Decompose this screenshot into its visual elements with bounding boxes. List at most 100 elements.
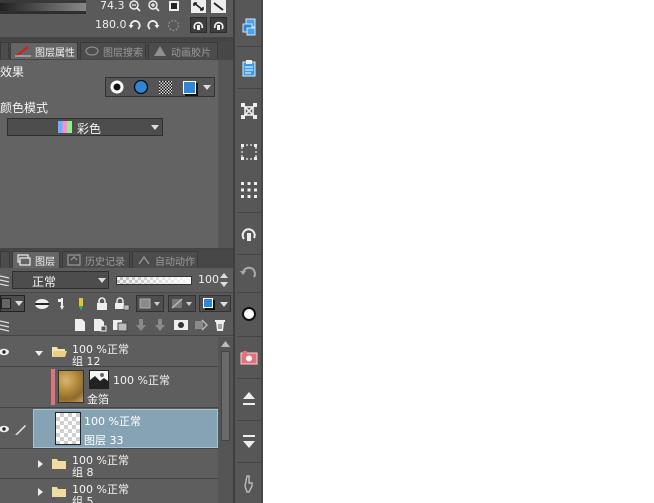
transparent-thumbnail (55, 412, 81, 445)
layer-type-icon (0, 274, 10, 286)
tab-auto-actions[interactable]: 自动动作 (132, 251, 198, 268)
layer-color-button[interactable] (199, 295, 231, 312)
clip-layer-button[interactable] (136, 295, 164, 312)
apply-mask-icon[interactable] (193, 317, 209, 333)
lock-icon[interactable] (95, 296, 109, 312)
down-arrow-icon[interactable] (239, 428, 259, 454)
reference-layer-icon[interactable] (33, 296, 51, 312)
fit-screen-icon[interactable] (167, 0, 181, 12)
zoom-out-icon[interactable] (128, 0, 142, 12)
rotate-left-icon[interactable] (127, 18, 141, 32)
opacity-stepper-icon[interactable] (218, 271, 230, 289)
rotate-hand-left-icon[interactable] (190, 17, 207, 33)
layer-name: 组 8 (72, 466, 94, 479)
layer-scrollbar[interactable] (218, 337, 233, 503)
merge-down-icon[interactable] (153, 317, 167, 333)
tab-label: 图层 (35, 256, 55, 268)
layer-meta: 100 %正常 (113, 374, 170, 387)
color-effect-dropdown-icon[interactable] (180, 79, 214, 95)
tone-effect-icon[interactable] (156, 79, 174, 95)
auto-action-icon (137, 254, 151, 266)
reset-rotate-icon[interactable] (166, 18, 180, 32)
flip-vertical-icon[interactable] (211, 0, 226, 13)
folder-icon (51, 485, 67, 498)
zoom-in-icon[interactable] (147, 0, 161, 12)
rotate-right-icon[interactable] (146, 18, 160, 32)
pen-edit-icon (14, 422, 28, 436)
layer-row-group-12[interactable]: 100 %正常 组 12 (0, 337, 218, 368)
select-dots-icon[interactable] (239, 140, 259, 164)
layer-row-group-5[interactable]: 100 %正常 组 5 (0, 479, 218, 503)
rotate-hand-icon[interactable] (239, 222, 259, 246)
draft-layer-icon[interactable] (56, 296, 68, 312)
border-effect-icon[interactable] (108, 79, 126, 95)
tab-layers[interactable]: 图层 (12, 251, 60, 268)
property-scrollbar[interactable] (218, 60, 233, 248)
eye-icon[interactable] (0, 347, 10, 357)
layer-color-effect-icon[interactable] (132, 79, 150, 95)
zoom-value: 74.3 (100, 0, 125, 12)
color-mode-swatch-icon (58, 121, 72, 133)
opacity-slider[interactable] (116, 276, 192, 285)
zoom-slider[interactable] (0, 3, 86, 11)
flip-horizontal-icon[interactable] (191, 0, 206, 13)
rotate-hand-right-icon[interactable] (210, 17, 227, 33)
animation-icon (153, 46, 167, 56)
layer-name: 金箔 (87, 393, 109, 406)
transform-icon[interactable] (239, 99, 259, 123)
layer-row-group-8[interactable]: 100 %正常 组 8 (0, 449, 218, 479)
new-folder-layer-icon[interactable] (111, 317, 129, 333)
camera-icon[interactable] (239, 346, 259, 370)
history-icon (67, 254, 81, 266)
effect-label: 效果 (0, 65, 25, 79)
tab-label: 动画胶片 (171, 47, 211, 59)
layers-stack-icon[interactable] (239, 16, 259, 38)
tab-layer-properties[interactable]: 图层属性 (10, 42, 78, 59)
layer-row-gold-foil[interactable]: 100 %正常 金箔 (0, 367, 218, 408)
color-mode-label: 颜色模式 (0, 101, 49, 115)
chevron-right-icon[interactable] (36, 459, 44, 469)
toolbar-separator (237, 462, 263, 463)
folder-icon (51, 457, 67, 470)
layer-name: 图层 33 (84, 434, 124, 447)
lock-transparent-icon[interactable] (113, 296, 131, 312)
scroll-thumb[interactable] (221, 351, 230, 441)
tab-layer-stub[interactable] (0, 251, 10, 268)
stack-icon[interactable] (0, 317, 10, 333)
tab-label: 历史记录 (85, 256, 125, 268)
clipboard-icon[interactable] (239, 56, 259, 80)
grid-dots-icon[interactable] (239, 178, 259, 202)
hand-icon[interactable] (239, 471, 259, 497)
chevron-right-icon[interactable] (36, 487, 44, 497)
tab-layer-search[interactable]: 图层搜索 (80, 42, 146, 59)
layer-tabbar: 图层 历史记录 自动动作 (0, 250, 233, 268)
canvas-area[interactable] (263, 0, 654, 503)
property-panel-body: 效果 颜色模式 彩色 (0, 60, 218, 248)
up-arrow-icon[interactable] (239, 386, 259, 412)
tab-label: 图层搜索 (103, 47, 143, 59)
tab-properties-stub[interactable] (0, 42, 9, 59)
pen-color-icon[interactable] (75, 296, 87, 312)
chevron-down-icon[interactable] (34, 349, 44, 357)
tab-label: 自动动作 (155, 256, 195, 268)
tab-label: 图层属性 (35, 47, 75, 59)
new-raster-layer-icon[interactable] (73, 317, 87, 333)
eye-icon[interactable] (0, 424, 10, 434)
effect-buttons (105, 77, 215, 97)
trash-icon[interactable] (212, 317, 228, 333)
circle-icon[interactable] (239, 302, 259, 326)
layer-row-layer-33[interactable]: 100 %正常 图层 33 (0, 408, 218, 449)
mask-layer-button[interactable] (168, 295, 196, 312)
rotate-arrow-icon[interactable] (239, 262, 259, 284)
blend-mode-select[interactable]: 正常 (12, 271, 109, 289)
new-vector-layer-icon[interactable] (92, 317, 108, 333)
color-mode-select[interactable]: 彩色 (7, 118, 163, 136)
toolbar-separator (237, 212, 263, 213)
layer-color-select[interactable] (0, 295, 25, 312)
tab-animation-cels[interactable]: 动画胶片 (148, 42, 218, 59)
transfer-down-icon[interactable] (134, 317, 148, 333)
layer-mask-icon[interactable] (172, 317, 190, 333)
gold-foil-thumbnail (58, 370, 84, 403)
tab-history[interactable]: 历史记录 (62, 251, 130, 268)
scroll-up-icon[interactable] (220, 339, 231, 349)
